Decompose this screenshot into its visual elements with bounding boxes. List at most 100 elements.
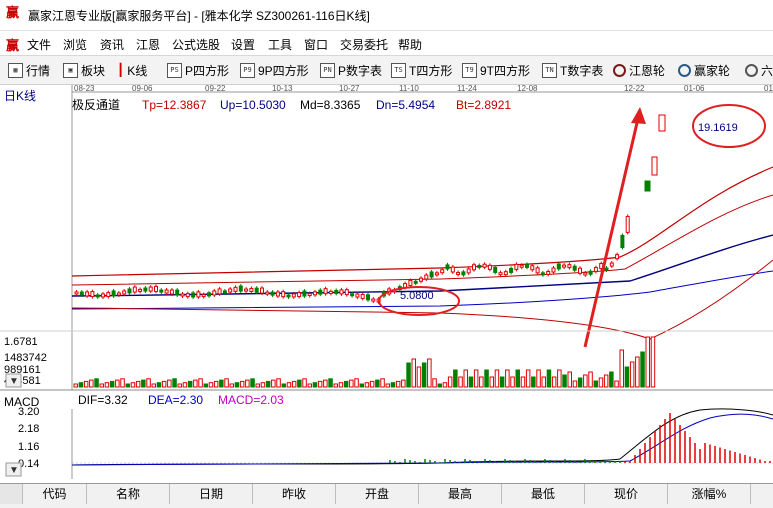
toolbar-p-square-button[interactable]: PS P四方形: [167, 62, 229, 78]
column-header-prev-close[interactable]: 昨收: [253, 484, 336, 504]
menu-formula[interactable]: 公式选股: [172, 36, 220, 53]
menu-tools[interactable]: 工具: [268, 36, 292, 53]
volume-bar: [74, 384, 78, 387]
toolbar: ▦ 行情 ▣ 板块 ┃ K线 PS P四方形 P9 9P四方形 PN P数字表 TS T四方形…: [0, 56, 773, 85]
volume-bar: [173, 379, 177, 387]
volume-bar: [417, 367, 421, 387]
candle-body: [361, 294, 364, 298]
kline-chart-area[interactable]: 08-23 09-06 09-22 10-13 10-27 11-10 11-24 12-08…: [0, 85, 773, 481]
gann-wheel-icon: [613, 64, 626, 77]
column-header-name[interactable]: 名称: [87, 484, 170, 504]
volume-bar: [157, 383, 161, 387]
toolbar-9t-square-button[interactable]: T9 9T四方形: [462, 62, 530, 78]
candle-body: [86, 292, 89, 296]
period-label: 日K线: [4, 89, 36, 103]
candle-body: [473, 265, 476, 270]
volume-bar: [625, 367, 629, 387]
candle-body: [579, 268, 582, 273]
volume-bar: [214, 381, 218, 387]
candle-body: [494, 267, 497, 272]
toolbar-six-button[interactable]: 六: [745, 62, 773, 78]
toolbar-label: 行情: [26, 62, 50, 79]
menu-bar: 赢 文件 浏览 资讯 江恩 公式选股 设置 工具 窗口 交易委托 帮助: [0, 31, 773, 56]
volume-bar: [240, 381, 244, 387]
candle-body: [531, 266, 534, 270]
candle-body: [91, 292, 94, 297]
volume-bar: [334, 384, 338, 387]
toolbar-gann-wheel-button[interactable]: 江恩轮: [613, 62, 665, 78]
menu-logo-icon[interactable]: 赢: [6, 35, 19, 54]
volume-bar: [386, 384, 390, 387]
volume-bar: [474, 370, 478, 387]
candle-body: [420, 278, 423, 281]
volume-bar: [251, 379, 255, 387]
volume-bar: [344, 381, 348, 387]
menu-browse[interactable]: 浏览: [63, 36, 87, 53]
toolbar-label: 江恩轮: [629, 62, 665, 79]
volume-axis-label: 1483742: [4, 352, 47, 364]
volume-bar: [651, 337, 655, 387]
volume-bar: [266, 381, 270, 387]
menu-trade[interactable]: 交易委托: [340, 36, 388, 53]
candle-body: [192, 293, 195, 297]
toolbar-label: P四方形: [185, 62, 229, 79]
volume-bar: [298, 380, 302, 387]
toolbar-p-table-button[interactable]: PN P数字表: [320, 62, 382, 78]
trend-arrow-head-icon: [631, 107, 646, 124]
volume-bar: [433, 379, 437, 387]
candle-body: [155, 286, 158, 291]
column-header-price[interactable]: 现价: [585, 484, 668, 504]
menu-window[interactable]: 窗口: [304, 36, 328, 53]
column-header-open[interactable]: 开盘: [336, 484, 419, 504]
candle-body: [340, 290, 343, 294]
volume-bar: [558, 370, 562, 387]
volume-bar: [282, 384, 286, 387]
volume-bar: [604, 375, 608, 387]
volume-bar: [246, 380, 250, 387]
column-header-code[interactable]: 代码: [23, 484, 87, 504]
volume-bar: [552, 377, 556, 387]
toolbar-9p-square-button[interactable]: P9 9P四方形: [240, 62, 309, 78]
volume-bar: [500, 377, 504, 387]
volume-bar: [194, 380, 198, 387]
candle-body: [446, 265, 449, 269]
toolbar-t-table-button[interactable]: TN T数字表: [542, 62, 603, 78]
date-tick-label: 10-27: [339, 85, 360, 93]
column-header-high[interactable]: 最高: [419, 484, 502, 504]
candle-body: [557, 264, 560, 269]
tn-table-icon: TN: [542, 63, 557, 78]
menu-info[interactable]: 资讯: [100, 36, 124, 53]
volume-bar: [136, 381, 140, 387]
volume-bar: [464, 370, 468, 387]
t-square-icon: TS: [391, 63, 406, 78]
menu-help[interactable]: 帮助: [398, 36, 422, 53]
toolbar-t-square-button[interactable]: TS T四方形: [391, 62, 452, 78]
volume-bar: [589, 372, 593, 387]
toolbar-kline-button[interactable]: ┃ K线: [117, 62, 147, 78]
volume-bar: [454, 370, 458, 387]
volume-bar: [220, 380, 224, 387]
chevron-down-icon: ▼: [9, 465, 19, 476]
volume-bar: [469, 377, 473, 387]
candle-body: [319, 290, 322, 294]
column-header-low[interactable]: 最低: [502, 484, 585, 504]
volume-bar: [620, 350, 624, 387]
toolbar-winner-wheel-button[interactable]: 赢家轮: [678, 62, 730, 78]
column-header-date[interactable]: 日期: [170, 484, 253, 504]
high-price-label: 19.1619: [698, 122, 738, 134]
toolbar-sector-button[interactable]: ▣ 板块: [63, 62, 105, 78]
menu-gann[interactable]: 江恩: [136, 36, 160, 53]
column-header-change-pct[interactable]: 涨幅%: [668, 484, 751, 504]
candle-body: [181, 294, 184, 296]
volume-bar: [422, 363, 426, 387]
volume-bar: [568, 372, 572, 387]
volume-bar: [448, 377, 452, 387]
volume-bar: [443, 383, 447, 387]
pn-table-icon: PN: [320, 63, 335, 78]
toolbar-quotes-button[interactable]: ▦ 行情: [8, 62, 50, 78]
macd-dif: DIF=3.32: [78, 393, 128, 407]
volume-bar: [126, 384, 130, 387]
quote-table-header: 代码 名称 日期 昨收 开盘 最高 最低 现价 涨幅%: [0, 483, 773, 508]
menu-settings[interactable]: 设置: [231, 36, 255, 53]
menu-file[interactable]: 文件: [27, 36, 51, 53]
